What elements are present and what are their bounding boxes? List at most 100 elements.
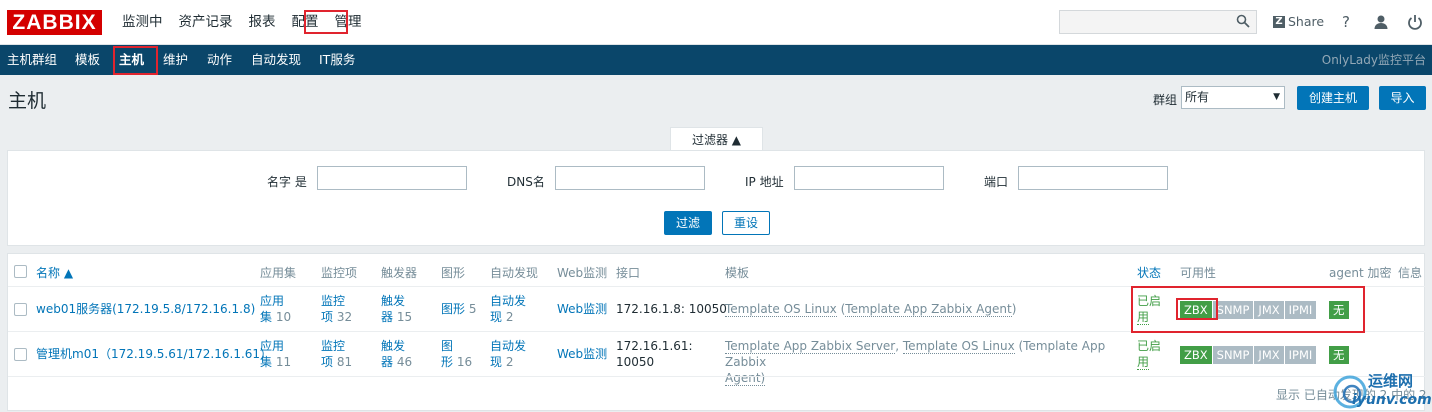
graphs-count: 16 xyxy=(456,355,473,369)
template-link[interactable]: Template App Zabbix Server xyxy=(725,339,896,354)
nav-monitoring[interactable]: 监测中 xyxy=(114,0,171,45)
subnav-actions[interactable]: 动作 xyxy=(207,45,232,75)
applications-link-cont[interactable]: 集 xyxy=(260,310,272,324)
subnav-maintenance[interactable]: 维护 xyxy=(163,45,188,75)
group-select[interactable]: 所有 ▼ xyxy=(1181,86,1285,109)
search-input[interactable] xyxy=(1059,10,1257,34)
template-link-2[interactable]: Template OS Linux xyxy=(902,339,1015,354)
triggers-count: 46 xyxy=(396,355,413,369)
reset-filter-button[interactable]: 重设 xyxy=(722,211,770,235)
graphs-link-cont[interactable]: 形 xyxy=(441,355,453,369)
create-host-button[interactable]: 创建主机 xyxy=(1297,86,1369,110)
col-items: 监控项 xyxy=(321,266,358,280)
template-link[interactable]: Template OS Linux xyxy=(725,302,837,317)
web-link[interactable]: Web监测 xyxy=(557,301,607,317)
interface-value: 172.16.1.61: xyxy=(616,339,693,353)
applications-count: 10 xyxy=(275,310,292,324)
applications-link-cont[interactable]: 集 xyxy=(260,355,272,369)
discovery-link-cont[interactable]: 现 xyxy=(490,355,502,369)
triggers-link[interactable]: 触发 xyxy=(381,294,405,308)
status-enabled-link[interactable]: 已启 xyxy=(1137,339,1161,353)
items-count: 81 xyxy=(336,355,353,369)
highlight-zbx xyxy=(1176,298,1218,320)
triggers-link-cont[interactable]: 器 xyxy=(381,355,393,369)
row-checkbox[interactable] xyxy=(14,348,27,361)
applications-count: 11 xyxy=(275,355,292,369)
col-triggers: 触发器 xyxy=(381,266,418,280)
filter-tab[interactable]: 过滤器 ▲ xyxy=(670,127,763,151)
ipmi-badge: IPMI xyxy=(1284,346,1317,364)
row-divider xyxy=(8,376,1426,377)
items-link[interactable]: 监控 xyxy=(321,294,345,308)
nav-inventory[interactable]: 资产记录 xyxy=(171,0,241,45)
watermark-url: iyunv.com xyxy=(1352,392,1432,408)
highlight-configuration xyxy=(304,10,348,34)
server-name: OnlyLady监控平台 xyxy=(1321,53,1426,67)
port-input[interactable] xyxy=(1018,166,1168,190)
ip-input[interactable] xyxy=(794,166,944,190)
col-agent-encryption: agent 加密 xyxy=(1329,266,1392,280)
col-name-sort[interactable]: 名称 ▲ xyxy=(36,264,73,281)
availability-badges: ZBX SNMP JMX IPMI xyxy=(1180,346,1317,364)
applications-link[interactable]: 应用 xyxy=(260,339,284,353)
subnav-it-services[interactable]: IT服务 xyxy=(319,45,355,75)
select-all-checkbox[interactable] xyxy=(14,265,27,278)
name-input[interactable] xyxy=(317,166,467,190)
template-sep: ( xyxy=(836,302,846,316)
subnav-discovery[interactable]: 自动发现 xyxy=(251,45,301,75)
port-label: 端口 xyxy=(984,175,1009,189)
power-sign-out-icon[interactable] xyxy=(1407,14,1423,30)
share-link[interactable]: Z Share xyxy=(1273,14,1324,29)
col-graphs: 图形 xyxy=(441,266,466,280)
discovery-link[interactable]: 自动发 xyxy=(490,294,526,308)
dns-label: DNS名 xyxy=(507,175,545,189)
discovery-link[interactable]: 自动发 xyxy=(490,339,526,353)
web-link[interactable]: Web监测 xyxy=(557,346,607,362)
items-link[interactable]: 监控 xyxy=(321,339,345,353)
discovery-count: 2 xyxy=(505,355,514,369)
search-icon[interactable] xyxy=(1236,14,1250,28)
top-header: ZABBIX 监测中 资产记录 报表 配置 管理 Z Share ? xyxy=(0,0,1432,45)
subnav-host-groups[interactable]: 主机群组 xyxy=(7,45,57,75)
sub-nav: 主机群组 模板 主机 维护 动作 自动发现 IT服务 OnlyLady监控平台 xyxy=(0,45,1432,75)
items-link-cont[interactable]: 项 xyxy=(321,355,333,369)
triggers-link-cont[interactable]: 器 xyxy=(381,310,393,324)
host-name-link[interactable]: web01服务器(172.19.5.8/172.16.1.8) xyxy=(36,301,255,317)
filter-panel: 名字 是 DNS名 IP 地址 端口 过滤 重设 xyxy=(7,150,1425,246)
host-name-link[interactable]: 管理机m01（172.19.5.61/172.16.1.61） xyxy=(36,346,272,362)
triggers-count: 15 xyxy=(396,310,413,324)
graphs-link[interactable]: 图 xyxy=(441,339,453,353)
col-availability: 可用性 xyxy=(1180,266,1217,280)
dropdown-arrow-icon: ▼ xyxy=(1273,92,1280,102)
status-enabled-link-cont[interactable]: 用 xyxy=(1137,355,1150,370)
apply-filter-button[interactable]: 过滤 xyxy=(664,211,712,235)
col-info: 信息 xyxy=(1398,266,1423,280)
page-title: 主机 xyxy=(8,90,47,112)
template-parent-cont[interactable]: Agent) xyxy=(725,371,766,386)
encryption-badge: 无 xyxy=(1329,346,1349,364)
group-label: 群组 xyxy=(1153,93,1178,107)
discovery-link-cont[interactable]: 现 xyxy=(490,310,502,324)
snmp-badge: SNMP xyxy=(1212,346,1254,364)
highlight-status-availability xyxy=(1131,286,1365,333)
template-sep: , xyxy=(895,339,903,353)
row-checkbox[interactable] xyxy=(14,303,27,316)
group-select-value: 所有 xyxy=(1185,90,1210,104)
applications-link[interactable]: 应用 xyxy=(260,294,284,308)
graphs-link[interactable]: 图形 xyxy=(441,302,465,316)
name-label: 名字 是 xyxy=(267,175,307,189)
template-parent-link[interactable]: Template App Zabbix Agent xyxy=(845,302,1012,317)
interface-port: 10050 xyxy=(616,355,655,369)
nav-reports[interactable]: 报表 xyxy=(241,0,284,45)
col-applications: 应用集 xyxy=(260,266,297,280)
col-status-sort[interactable]: 状态 xyxy=(1137,264,1161,281)
user-profile-icon[interactable] xyxy=(1373,14,1389,30)
items-link-cont[interactable]: 项 xyxy=(321,310,333,324)
discovery-count: 2 xyxy=(505,310,514,324)
dns-input[interactable] xyxy=(555,166,705,190)
zabbix-logo[interactable]: ZABBIX xyxy=(7,10,102,35)
triggers-link[interactable]: 触发 xyxy=(381,339,405,353)
import-button[interactable]: 导入 xyxy=(1379,86,1426,110)
subnav-templates[interactable]: 模板 xyxy=(75,45,100,75)
help-icon[interactable]: ? xyxy=(1337,13,1355,31)
